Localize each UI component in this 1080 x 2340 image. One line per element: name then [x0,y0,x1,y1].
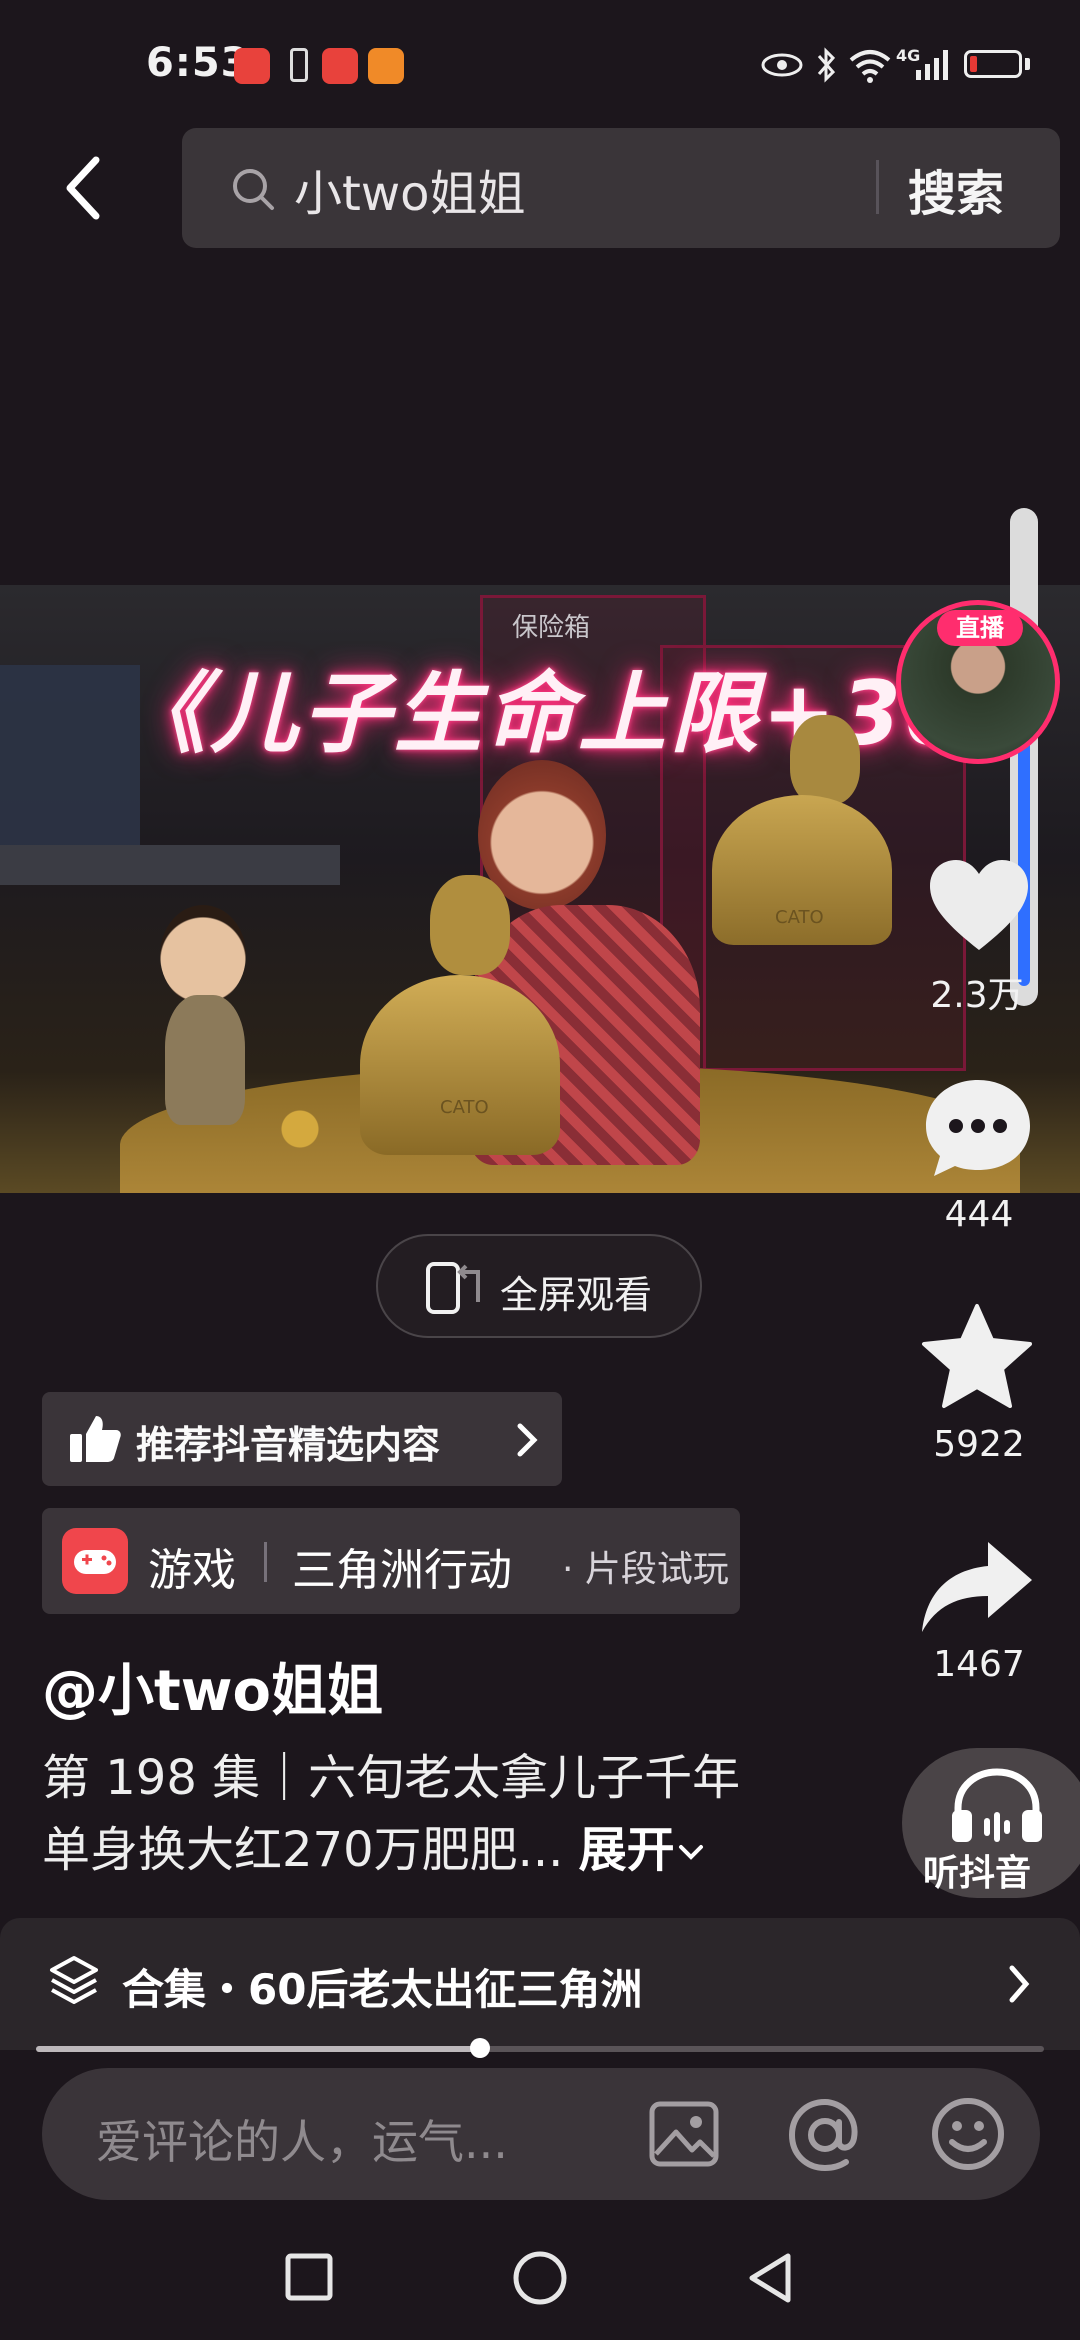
favorite-count: 5922 [933,1424,1025,1465]
search-input[interactable]: 小two姐姐 [294,154,525,224]
bust-body-front [360,975,560,1155]
game-name: 三角洲行动 [292,1545,512,1596]
recommend-label: 推荐抖音精选内容 [136,1423,441,1467]
thumbs-up-icon [70,1416,121,1462]
game-category: 游戏 [148,1545,236,1596]
battery-tip [1025,58,1030,70]
share-count: 1467 [933,1644,1025,1685]
image-icon[interactable] [648,2098,720,2170]
author-name[interactable]: @小two姐姐 [42,1646,383,1727]
huawei-app-icon [234,48,270,84]
headphones-icon [952,1768,1042,1842]
description-text: 单身换大红270万肥肥... [42,1822,564,1878]
comment-count: 444 [944,1194,1014,1235]
emoji-icon[interactable] [930,2096,1006,2172]
collection-label: 合集・60后老太出征三角洲 [122,1965,643,2014]
description-line-2: 单身换大红270万肥肥... 展开 [42,1810,707,1880]
share-icon[interactable] [918,1536,1038,1636]
phone-icon [290,48,308,82]
fullscreen-button[interactable]: 全屏观看 [376,1234,702,1338]
back-button[interactable] [50,150,130,230]
man-figure-head [160,905,246,1005]
square-nav-icon[interactable] [284,2252,334,2302]
wifi-icon [849,50,891,83]
search-icon [233,169,274,210]
signal-icon [916,50,948,80]
man-figure-body [165,995,245,1125]
triangle-nav-icon[interactable] [744,2250,796,2306]
game-tag[interactable]: 游戏 三角洲行动 · 片段试玩 [42,1508,740,1614]
rotate-screen-icon [426,1262,480,1314]
expand-label: 展开 [578,1822,675,1878]
battery-level [970,56,977,72]
comment-icon[interactable] [922,1076,1034,1180]
bust-inscription-front: CATO [440,1097,489,1118]
seek-bar-fill [36,2046,480,2052]
game-app-icon [368,48,404,84]
status-bar: 6:53 4G [0,0,1080,120]
comment-input[interactable]: 爱评论的人，运气... [42,2068,1040,2200]
expand-button[interactable]: 展开 [579,1822,707,1878]
back-icon [66,156,100,220]
battery-icon [964,50,1022,78]
recommend-chip[interactable]: 推荐抖音精选内容 [42,1392,562,1486]
search-bar[interactable]: 小two姐姐 搜索 [182,128,1060,248]
bluetooth-icon [817,47,836,83]
listen-douyin-label: 听抖音 [922,1853,1031,1894]
heart-icon[interactable] [926,858,1032,954]
fullscreen-label: 全屏观看 [500,1273,653,1317]
chevron-down-icon [678,1845,703,1860]
game-separator [264,1542,267,1582]
chevron-right-icon [1009,1965,1030,2003]
eye-icon [761,53,803,77]
video-bg-shelf [0,845,340,885]
live-badge: 直播 [937,610,1023,646]
chevron-right-icon [517,1423,538,1457]
huawei-app-icon [322,48,358,84]
star-icon[interactable] [920,1302,1034,1412]
gamepad-icon [62,1528,128,1594]
layers-icon [50,1956,98,2004]
game-subtitle: · 片段试玩 [562,1549,729,1590]
search-button[interactable]: 搜索 [908,154,1004,224]
bust-inscription-right: CATO [775,907,824,928]
seek-bar[interactable] [36,2046,1044,2052]
safe-label: 保险箱 [512,613,591,643]
description-line-1: 第 198 集｜六旬老太拿儿子千年 [42,1750,741,1806]
circle-nav-icon[interactable] [512,2250,568,2306]
comment-placeholder: 爱评论的人，运气... [96,2115,508,2169]
collection-bar[interactable]: 合集・60后老太出征三角洲 [0,1918,1080,2050]
bust-head-front [430,875,510,975]
system-nav-bar [0,2200,1080,2340]
search-divider [876,160,879,214]
seek-handle[interactable] [469,2038,490,2058]
like-count: 2.3万 [930,975,1024,1016]
at-icon[interactable] [788,2098,862,2172]
bust-head-right [790,715,860,805]
